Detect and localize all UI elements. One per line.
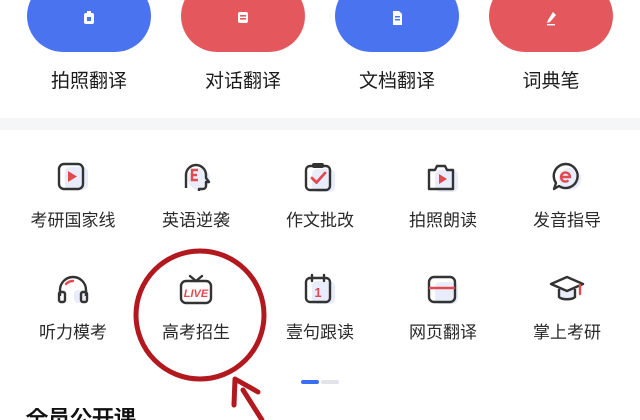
video-play-icon (57, 162, 88, 191)
photo-translate-button[interactable]: 拍照翻译 (27, 0, 151, 108)
clipboard-check-icon (304, 163, 335, 192)
live-tv-icon: LIVE (179, 274, 213, 305)
tool-label: 发音指导 (533, 211, 601, 231)
tool-web-translate[interactable]: 网页翻译 (382, 242, 504, 343)
tool-kaoyan-line[interactable]: 考研国家线 (12, 130, 134, 231)
tool-label: 网页翻译 (409, 323, 477, 343)
tool-english-boost[interactable]: 英语逆袭 (135, 130, 257, 231)
calendar-number: 1 (314, 285, 321, 300)
tool-label: 考研国家线 (30, 211, 116, 231)
calendar-one-icon: 1 (304, 273, 335, 304)
tool-essay-correction[interactable]: 作文批改 (259, 130, 381, 231)
annotation-arrow-shaft (240, 387, 265, 420)
section-divider (0, 118, 640, 130)
top-actions: 拍照翻译 对话翻译 文档翻译 词典笔 (0, 0, 640, 120)
pill-background (181, 0, 305, 52)
head-e-icon (184, 163, 211, 191)
document-translate-button[interactable]: 文档翻译 (335, 0, 459, 108)
pill-background (489, 0, 613, 52)
dialog-translate-label: 对话翻译 (204, 70, 281, 92)
tool-label: 掌上考研 (533, 323, 601, 343)
page-dot-active (301, 380, 319, 384)
speech-bubble-icon (552, 162, 581, 191)
pen-icon (547, 12, 556, 26)
tool-mobile-kaoyan[interactable]: 掌上考研 (506, 242, 628, 343)
tool-label: 英语逆袭 (162, 211, 230, 231)
page-dot (321, 380, 339, 384)
tool-listening-exam[interactable]: 听力模考 (12, 242, 134, 343)
section-title: 全员公开课 (26, 408, 136, 420)
tool-label: 高考招生 (162, 323, 230, 343)
tool-label: 拍照朗读 (409, 211, 477, 231)
tool-label: 作文批改 (286, 211, 354, 231)
tools-grid: 考研国家线 英语逆袭 作文批改 拍照朗读 发音指导 听力模考 LIVE 高考招生… (0, 130, 640, 390)
chat-icon (238, 12, 248, 23)
document-icon (393, 11, 402, 25)
tool-gaokao-admission[interactable]: LIVE 高考招生 (135, 242, 257, 343)
tool-pronunciation[interactable]: 发音指导 (506, 130, 628, 231)
graduation-cap-icon (549, 275, 585, 301)
dictionary-pen-button[interactable]: 词典笔 (489, 0, 613, 108)
tool-photo-read[interactable]: 拍照朗读 (382, 130, 504, 231)
headphones-icon (57, 275, 89, 304)
pill-background (27, 0, 151, 52)
pill-background (335, 0, 459, 52)
tool-sentence-follow[interactable]: 1 壹句跟读 (259, 242, 381, 343)
photo-translate-label: 拍照翻译 (50, 70, 127, 92)
camera-play-icon (427, 164, 458, 192)
dialog-translate-button[interactable]: 对话翻译 (181, 0, 305, 108)
page-indicator (301, 380, 341, 384)
live-badge: LIVE (184, 288, 209, 300)
document-translate-label: 文档翻译 (358, 70, 435, 92)
dictionary-pen-label: 词典笔 (522, 70, 580, 92)
tool-label: 壹句跟读 (286, 323, 354, 343)
camera-icon (84, 11, 94, 24)
tool-label: 听力模考 (39, 323, 107, 343)
browser-window-icon (427, 275, 458, 304)
